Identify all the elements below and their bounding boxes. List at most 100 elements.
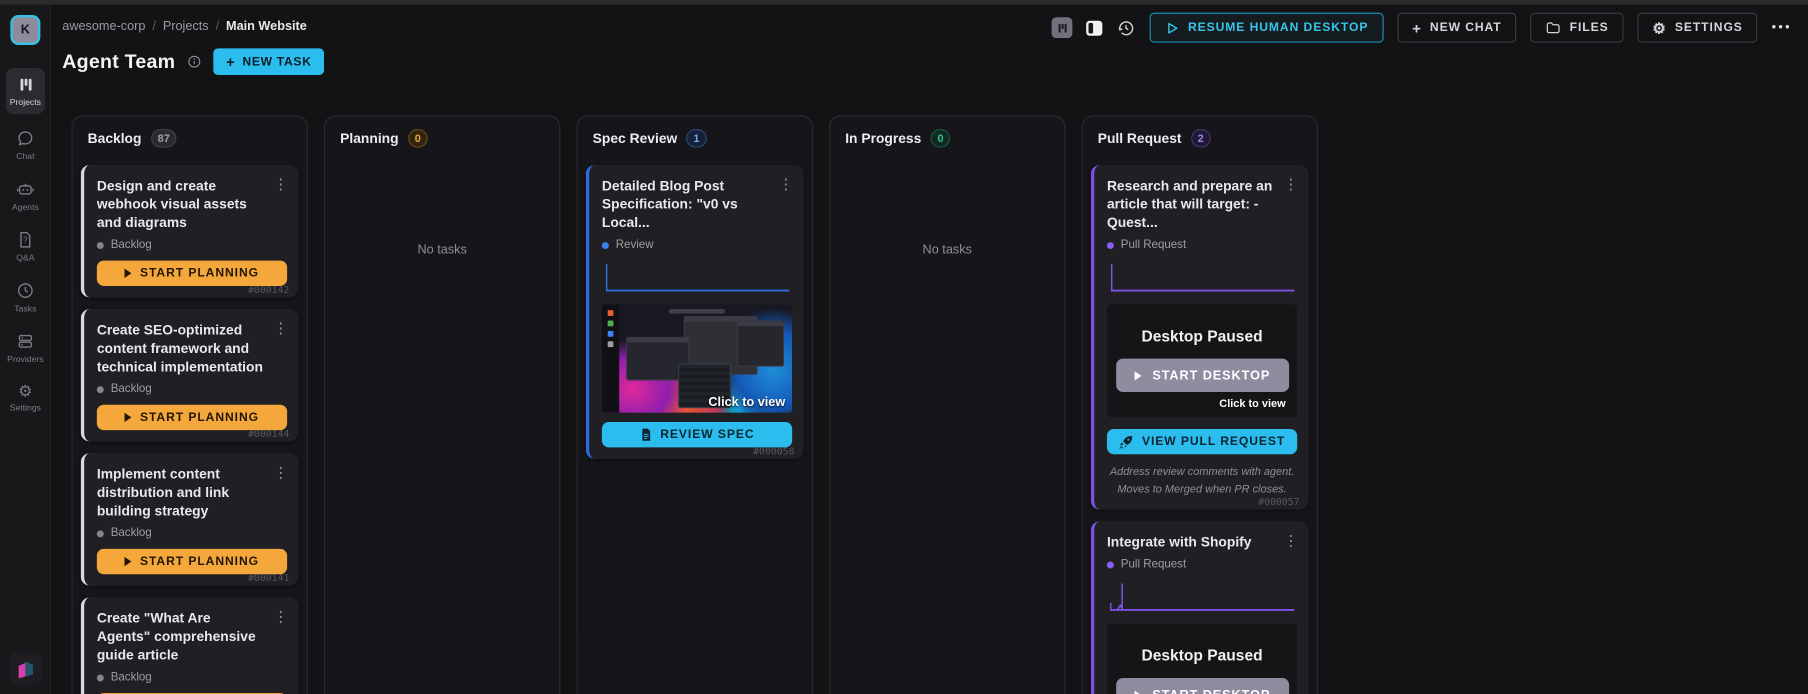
kebab-menu-icon[interactable]: ⋮ bbox=[273, 321, 287, 376]
start-planning-button[interactable]: START PLANNING bbox=[97, 405, 287, 430]
kebab-menu-icon[interactable]: ⋮ bbox=[273, 176, 287, 231]
sidebar-item-tasks[interactable]: Tasks bbox=[0, 281, 51, 313]
sidebar-item-providers[interactable]: Providers bbox=[0, 332, 51, 364]
desktop-paused-title: Desktop Paused bbox=[1116, 327, 1288, 344]
breadcrumb-item-projects[interactable]: Projects bbox=[163, 20, 209, 34]
breadcrumb-item-current: Main Website bbox=[226, 20, 307, 34]
column-spec-review: Spec Review 1 Detailed Blog Post Specifi… bbox=[577, 115, 813, 694]
new-task-button[interactable]: + NEW TASK bbox=[213, 48, 324, 75]
sidebar-item-qa[interactable]: ? Q&A bbox=[0, 231, 51, 263]
pr-note: Address review comments with agent. Move… bbox=[1107, 464, 1297, 499]
app-logo[interactable] bbox=[9, 653, 41, 685]
activity-sparkline bbox=[1107, 580, 1297, 615]
status-badge: Backlog bbox=[111, 671, 152, 684]
empty-state: No tasks bbox=[325, 243, 559, 257]
chat-bubble-icon bbox=[16, 129, 34, 147]
status-badge: Review bbox=[616, 239, 654, 252]
desktop-screenshot-thumbnail[interactable]: Click to view bbox=[602, 304, 792, 412]
task-id: #000142 bbox=[248, 285, 289, 297]
column-title: Spec Review bbox=[593, 130, 678, 146]
task-card[interactable]: Implement content distribution and link … bbox=[81, 453, 299, 586]
kebab-menu-icon[interactable]: ⋮ bbox=[1283, 176, 1297, 231]
clock-icon bbox=[16, 281, 34, 299]
start-desktop-button[interactable]: START DESKTOP bbox=[1116, 359, 1289, 392]
avatar[interactable]: K bbox=[10, 15, 40, 45]
card-title: Implement content distribution and link … bbox=[97, 465, 266, 520]
panel-icon bbox=[1087, 20, 1103, 35]
overflow-menu-button[interactable]: ••• bbox=[1772, 21, 1792, 35]
status-dot bbox=[97, 386, 104, 393]
column-header: Backlog 87 bbox=[73, 116, 307, 160]
files-button[interactable]: FILES bbox=[1530, 13, 1623, 43]
rocket-icon bbox=[1119, 434, 1134, 449]
app-window: K Projects Chat Agents ? Q&A bbox=[0, 0, 1808, 694]
card-title: Detailed Blog Post Specification: "v0 vs… bbox=[602, 176, 771, 231]
thumbnail-search-pill bbox=[668, 309, 725, 314]
column-title: In Progress bbox=[845, 130, 921, 146]
breadcrumb-item-org[interactable]: awesome-corp bbox=[62, 20, 145, 34]
kebab-menu-icon[interactable]: ⋮ bbox=[273, 609, 287, 664]
click-to-view-label[interactable]: Click to view bbox=[1116, 398, 1288, 411]
kebab-menu-icon[interactable]: ⋮ bbox=[273, 465, 287, 520]
status-badge: Backlog bbox=[111, 239, 152, 252]
task-card[interactable]: Create SEO-optimized content framework a… bbox=[81, 309, 299, 442]
task-card[interactable]: Integrate with Shopify⋮ Pull Request Des… bbox=[1091, 521, 1309, 694]
status-dot bbox=[97, 242, 104, 249]
kebab-menu-icon[interactable]: ⋮ bbox=[1283, 533, 1297, 551]
column-cards: Research and prepare an article that wil… bbox=[1083, 160, 1317, 694]
info-icon[interactable] bbox=[187, 54, 202, 69]
column-header: In Progress 0 bbox=[830, 116, 1064, 160]
view-pull-request-button[interactable]: VIEW PULL REQUEST bbox=[1107, 429, 1297, 454]
svg-text:?: ? bbox=[23, 236, 28, 245]
column-backlog: Backlog 87 Design and create webhook vis… bbox=[71, 115, 307, 694]
start-desktop-button[interactable]: START DESKTOP bbox=[1116, 678, 1289, 694]
play-icon bbox=[1135, 690, 1142, 694]
start-planning-button[interactable]: START PLANNING bbox=[97, 261, 287, 286]
desktop-paused-title: Desktop Paused bbox=[1116, 647, 1288, 664]
sidebar-item-label: Tasks bbox=[14, 303, 36, 313]
kebab-menu-icon[interactable]: ⋮ bbox=[778, 176, 792, 231]
empty-state: No tasks bbox=[830, 243, 1064, 257]
sidebar-item-chat[interactable]: Chat bbox=[0, 129, 51, 161]
column-count-badge: 2 bbox=[1191, 129, 1211, 147]
sidebar: K Projects Chat Agents ? Q&A bbox=[0, 5, 51, 694]
column-header: Pull Request 2 bbox=[1083, 116, 1317, 160]
task-card[interactable]: Design and create webhook visual assets … bbox=[81, 165, 299, 298]
board-view-toggle-button[interactable] bbox=[1052, 17, 1073, 38]
status-dot bbox=[1107, 242, 1114, 249]
start-planning-button[interactable]: START PLANNING bbox=[97, 549, 287, 574]
settings-button[interactable]: ⚙ SETTINGS bbox=[1637, 13, 1757, 43]
sidebar-item-settings[interactable]: ⚙ Settings bbox=[0, 383, 51, 413]
sidebar-item-projects[interactable]: Projects bbox=[6, 68, 45, 114]
panel-toggle-button[interactable] bbox=[1087, 20, 1103, 35]
review-spec-button[interactable]: REVIEW SPEC bbox=[602, 422, 792, 447]
history-button[interactable] bbox=[1116, 18, 1136, 38]
status-badge: Backlog bbox=[111, 383, 152, 396]
kanban-board-icon bbox=[1052, 17, 1073, 38]
task-card[interactable]: Research and prepare an article that wil… bbox=[1091, 165, 1309, 510]
sidebar-item-label: Chat bbox=[16, 151, 34, 161]
gear-icon: ⚙ bbox=[18, 383, 32, 399]
status-dot bbox=[97, 530, 104, 537]
play-icon bbox=[125, 557, 132, 566]
column-pull-request: Pull Request 2 Research and prepare an a… bbox=[1082, 115, 1318, 694]
task-card[interactable]: Create "What Are Agents" comprehensive g… bbox=[81, 597, 299, 694]
card-title: Integrate with Shopify bbox=[1107, 533, 1252, 551]
column-count-badge: 1 bbox=[687, 129, 707, 147]
task-card[interactable]: Detailed Blog Post Specification: "v0 vs… bbox=[586, 165, 804, 459]
status-dot bbox=[1107, 561, 1114, 568]
thumbnail-window bbox=[737, 321, 785, 367]
column-cards: Detailed Blog Post Specification: "v0 vs… bbox=[578, 160, 812, 468]
task-id: #000144 bbox=[248, 429, 289, 441]
cube-logo-icon bbox=[14, 657, 37, 680]
resume-human-desktop-button[interactable]: RESUME HUMAN DESKTOP bbox=[1150, 13, 1383, 43]
activity-sparkline bbox=[602, 261, 792, 296]
play-icon bbox=[125, 413, 132, 422]
column-count-badge: 87 bbox=[151, 129, 177, 147]
task-id: #000058 bbox=[753, 446, 794, 458]
thumbnail-dock bbox=[602, 304, 619, 412]
new-chat-button[interactable]: + NEW CHAT bbox=[1397, 13, 1516, 43]
sidebar-item-agents[interactable]: Agents bbox=[0, 180, 51, 212]
sidebar-item-label: Projects bbox=[10, 96, 41, 106]
window-top-strip bbox=[0, 0, 1808, 5]
